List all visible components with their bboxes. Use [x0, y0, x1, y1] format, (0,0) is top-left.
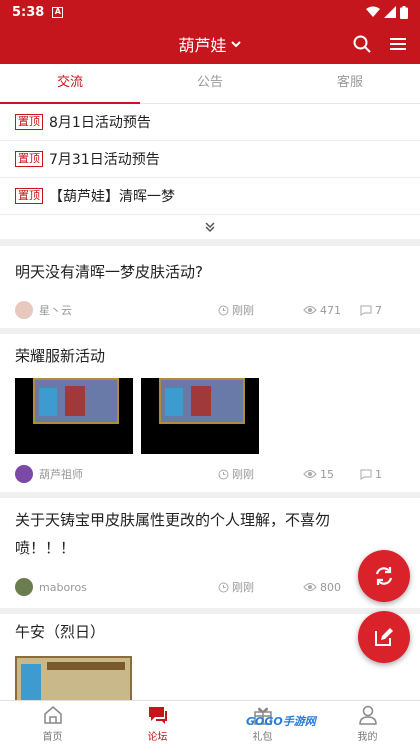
view-count: 471: [320, 303, 341, 317]
chevron-down-icon: [230, 41, 241, 48]
comment-icon: [360, 469, 372, 480]
post-author[interactable]: maboros: [39, 581, 87, 594]
post-card[interactable]: 荣耀服新活动 葫芦祖师 刚刚 15 1: [0, 334, 420, 492]
view-count: 800: [320, 580, 341, 594]
app-bar: 葫芦娃: [0, 24, 420, 64]
menu-icon[interactable]: [388, 34, 408, 54]
refresh-button[interactable]: [358, 550, 410, 602]
app-title: 葫芦娃: [178, 36, 227, 55]
comment-icon: [360, 305, 372, 316]
battery-icon: [400, 5, 408, 19]
pinned-title: 7月31日活动预告: [49, 152, 160, 168]
signal-icon: [384, 6, 396, 18]
post-author[interactable]: 葫芦祖师: [39, 466, 83, 482]
eye-icon: [303, 583, 317, 591]
bottom-nav: 首页 论坛 礼包 我的: [0, 700, 420, 746]
comment-count: 1: [375, 467, 382, 481]
pinned-list: 置顶 8月1日活动预告 置顶 7月31日活动预告 置顶 【葫芦娃】清晖一梦: [0, 104, 420, 239]
clock-icon: [218, 582, 229, 592]
search-icon[interactable]: [352, 34, 372, 54]
expand-pinned-button[interactable]: [0, 215, 420, 239]
pinned-badge: 置顶: [15, 151, 43, 167]
wifi-icon: [366, 6, 380, 17]
post-title: 午安（烈日）: [15, 623, 106, 641]
post-title: 关于天铸宝甲皮肤属性更改的个人理解，不喜勿 喷！！！: [15, 511, 331, 557]
tab-service[interactable]: 客服: [280, 64, 420, 103]
home-icon: [43, 706, 62, 724]
clock-icon: [218, 469, 229, 479]
post-time: 刚刚: [232, 581, 254, 594]
post-image[interactable]: [15, 656, 132, 700]
forum-icon: [148, 707, 167, 724]
user-icon: [358, 705, 377, 725]
post-time: 刚刚: [232, 468, 254, 481]
post-title: 荣耀服新活动: [15, 347, 106, 365]
status-bar: 5:38 A: [0, 0, 420, 24]
post-author[interactable]: 星丶云: [39, 302, 72, 318]
pinned-title: 8月1日活动预告: [49, 115, 151, 131]
nav-profile[interactable]: 我的: [315, 701, 420, 746]
clock: 5:38: [12, 4, 45, 20]
view-count: 15: [320, 467, 334, 481]
post-time: 刚刚: [232, 304, 254, 317]
double-chevron-down-icon: [205, 222, 215, 233]
clock-icon: [218, 305, 229, 315]
post-title: 明天没有清晖一梦皮肤活动?: [15, 263, 203, 281]
avatar[interactable]: [15, 578, 33, 596]
refresh-icon: [375, 567, 393, 585]
eye-icon: [303, 470, 317, 478]
nav-forum[interactable]: 论坛: [105, 701, 210, 746]
compose-button[interactable]: [358, 611, 410, 663]
watermark-logo: GOGO手游网: [246, 715, 316, 728]
post-card[interactable]: 明天没有清晖一梦皮肤活动? 星丶云 刚刚 471 7: [0, 246, 420, 328]
pinned-title: 【葫芦娃】清晖一梦: [49, 189, 175, 205]
nav-home[interactable]: 首页: [0, 701, 105, 746]
pinned-item[interactable]: 置顶 8月1日活动预告: [0, 104, 420, 141]
tab-exchange[interactable]: 交流: [0, 64, 140, 104]
eye-icon: [303, 306, 317, 314]
post-image[interactable]: [141, 378, 259, 454]
tab-announcement[interactable]: 公告: [140, 64, 280, 103]
pinned-item[interactable]: 置顶 【葫芦娃】清晖一梦: [0, 178, 420, 215]
notification-icon: A: [52, 6, 64, 18]
tab-bar: 交流 公告 客服: [0, 64, 420, 104]
avatar[interactable]: [15, 465, 33, 483]
pinned-badge: 置顶: [15, 188, 43, 204]
pinned-item[interactable]: 置顶 7月31日活动预告: [0, 141, 420, 178]
comment-count: 7: [375, 303, 382, 317]
pinned-badge: 置顶: [15, 114, 43, 130]
post-card[interactable]: 关于天铸宝甲皮肤属性更改的个人理解，不喜勿 喷！！！ maboros 刚刚 80…: [0, 498, 420, 608]
post-card[interactable]: 午安（烈日）: [0, 614, 420, 700]
avatar[interactable]: [15, 301, 33, 319]
post-image[interactable]: [15, 378, 133, 454]
edit-icon: [375, 628, 393, 646]
